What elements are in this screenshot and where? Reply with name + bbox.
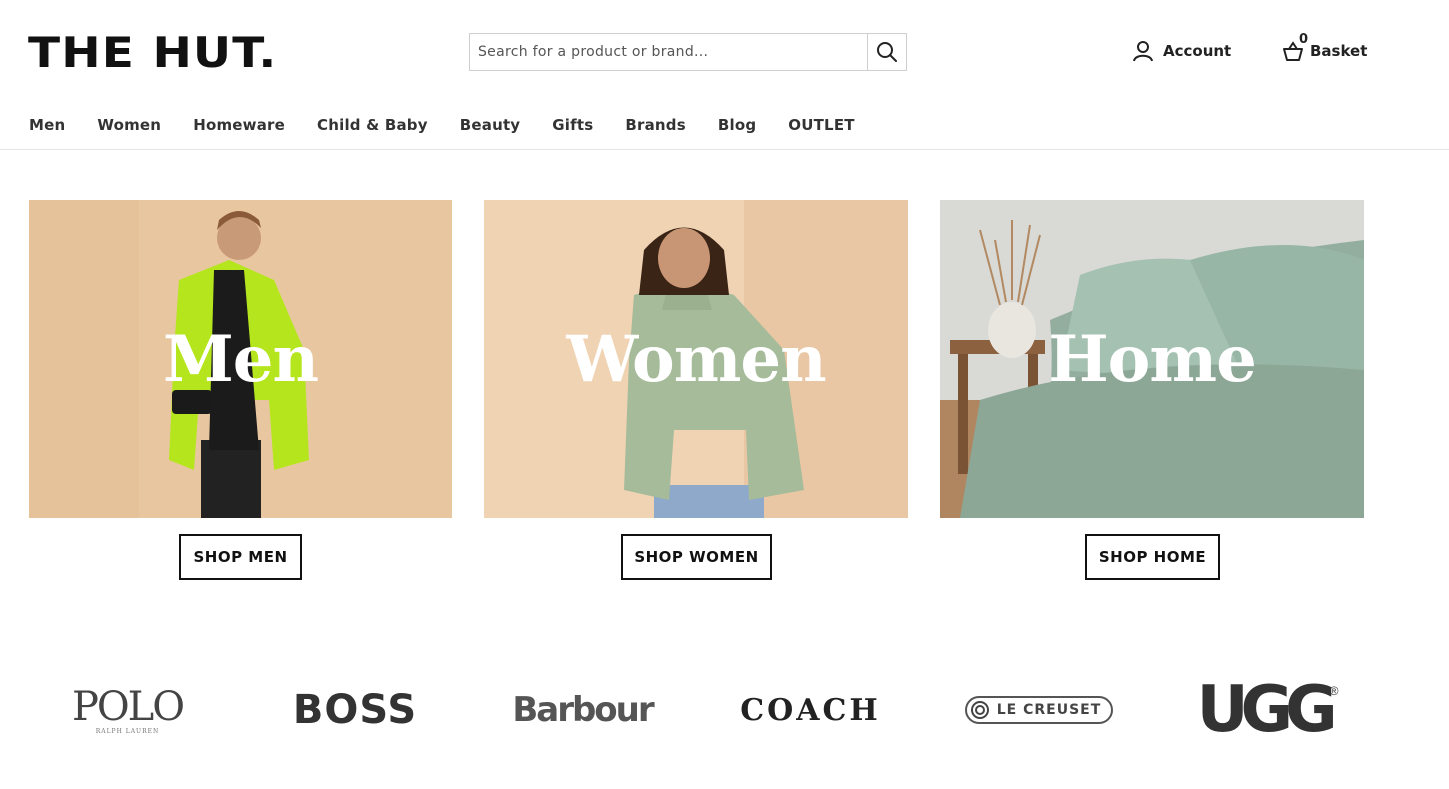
- nav-divider: [0, 149, 1449, 150]
- shop-women-button[interactable]: SHOP WOMEN: [621, 534, 772, 580]
- brand-barbour[interactable]: Barbour: [500, 670, 665, 750]
- nav-beauty[interactable]: Beauty: [460, 116, 521, 134]
- women-tile-label: Women: [566, 322, 826, 397]
- boss-logo-text: BOSS: [292, 687, 418, 733]
- nav-men[interactable]: Men: [29, 116, 65, 134]
- polo-logo-text: POLO: [71, 683, 185, 730]
- brand-coach[interactable]: COACH: [713, 670, 908, 750]
- nav-homeware[interactable]: Homeware: [193, 116, 285, 134]
- nav-child-baby[interactable]: Child & Baby: [317, 116, 428, 134]
- main-nav: Men Women Homeware Child & Baby Beauty G…: [29, 116, 887, 134]
- shop-men-button[interactable]: SHOP MEN: [179, 534, 302, 580]
- shop-home-button[interactable]: SHOP HOME: [1085, 534, 1220, 580]
- brand-le-creuset[interactable]: LE CREUSET: [948, 670, 1130, 750]
- account-label: Account: [1163, 42, 1232, 60]
- men-tile[interactable]: Men: [29, 200, 452, 518]
- search-input[interactable]: [470, 34, 867, 70]
- registered-mark: ®: [1329, 684, 1339, 698]
- nav-gifts[interactable]: Gifts: [552, 116, 593, 134]
- le-creuset-logo-text: LE CREUSET: [996, 702, 1102, 718]
- basket-link[interactable]: 0 Basket: [1282, 32, 1368, 62]
- basket-label: Basket: [1310, 42, 1368, 60]
- brand-polo[interactable]: POLO RALPH LAUREN: [60, 670, 195, 750]
- user-icon: [1133, 41, 1153, 62]
- search-bar: [469, 33, 907, 71]
- home-tile-label: Home: [1048, 322, 1257, 397]
- search-icon: [877, 42, 897, 62]
- polo-logo-subtext: RALPH LAUREN: [95, 727, 160, 735]
- le-creuset-circle-icon: [970, 701, 989, 719]
- ugg-logo-text: UGG: [1196, 673, 1338, 747]
- nav-women[interactable]: Women: [97, 116, 161, 134]
- account-link[interactable]: Account: [1133, 40, 1231, 62]
- brand-boss[interactable]: BOSS: [280, 670, 430, 750]
- men-tile-label: Men: [162, 322, 319, 397]
- basket-count: 0: [1299, 32, 1309, 47]
- women-tile[interactable]: Women: [484, 200, 908, 518]
- brand-ugg[interactable]: UGG ®: [1180, 670, 1355, 750]
- home-tile[interactable]: Home: [940, 200, 1364, 518]
- le-creuset-badge: LE CREUSET: [964, 696, 1114, 724]
- barbour-logo-text: Barbour: [512, 690, 654, 730]
- nav-outlet[interactable]: OUTLET: [788, 116, 854, 134]
- nav-brands[interactable]: Brands: [625, 116, 686, 134]
- nav-blog[interactable]: Blog: [718, 116, 756, 134]
- site-logo[interactable]: THE HUT.: [28, 30, 277, 76]
- search-button[interactable]: [867, 34, 906, 70]
- coach-logo-text: COACH: [740, 692, 881, 728]
